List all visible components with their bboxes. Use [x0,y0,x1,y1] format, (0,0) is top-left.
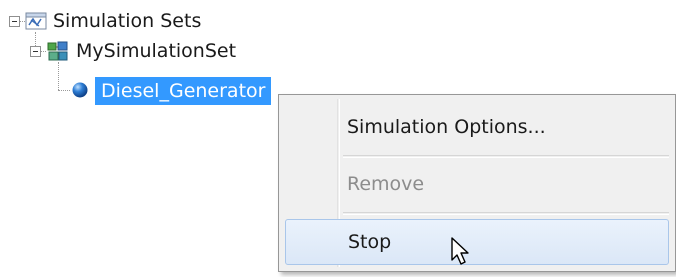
tree-item-mysimulationset[interactable]: MySimulationSet [76,39,236,63]
menu-item-stop[interactable]: Stop [285,219,669,265]
tree-connector [58,62,59,90]
set-collapse-toggle[interactable] [30,46,41,57]
tree-item-simulation-sets[interactable]: Simulation Sets [53,9,201,33]
blue-sphere-icon [71,81,89,103]
simulation-sets-icon [25,11,47,35]
root-collapse-toggle[interactable] [9,16,20,27]
menu-item-simulation-options[interactable]: Simulation Options... [285,104,669,150]
menu-separator [343,212,669,215]
menu-item-remove[interactable]: Remove [285,161,669,207]
tree-connector [58,90,70,91]
tree-connector [35,32,36,46]
context-menu: Simulation Options... Remove Stop [278,94,676,272]
menu-separator [343,155,669,158]
tree-item-diesel-generator[interactable]: Diesel_Generator [95,77,272,105]
mouse-pointer-icon [450,236,472,272]
